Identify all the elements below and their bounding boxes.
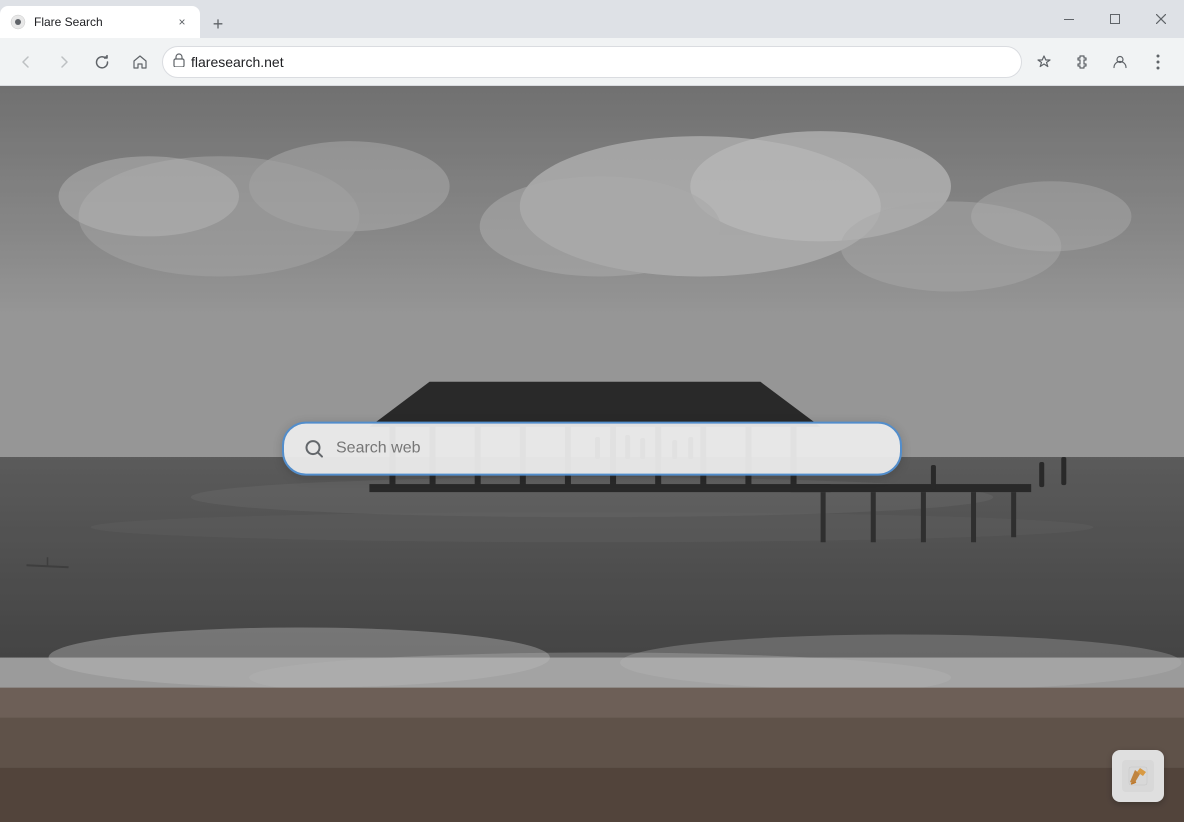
reload-button[interactable]: [86, 46, 118, 78]
tab-title: Flare Search: [34, 15, 168, 29]
extensions-button[interactable]: [1066, 46, 1098, 78]
page-content: [0, 86, 1184, 822]
close-window-button[interactable]: [1138, 0, 1184, 38]
back-button[interactable]: [10, 46, 42, 78]
address-text: flaresearch.net: [191, 54, 1011, 70]
browser-frame: Flare Search × +: [0, 0, 1184, 822]
minimize-button[interactable]: [1046, 0, 1092, 38]
flare-icon-button[interactable]: [1112, 750, 1164, 802]
flare-logo-icon: [1122, 760, 1154, 792]
nav-bar: flaresearch.net: [0, 38, 1184, 86]
window-controls: [1046, 0, 1184, 38]
tab-favicon: [10, 14, 26, 30]
search-box[interactable]: [282, 422, 902, 476]
search-input[interactable]: [336, 440, 880, 458]
profile-button[interactable]: [1104, 46, 1136, 78]
lock-icon: [173, 53, 185, 70]
tab-strip: Flare Search × +: [0, 0, 1046, 38]
new-tab-button[interactable]: +: [204, 10, 232, 38]
home-button[interactable]: [124, 46, 156, 78]
bookmark-button[interactable]: [1028, 46, 1060, 78]
menu-button[interactable]: [1142, 46, 1174, 78]
address-bar[interactable]: flaresearch.net: [162, 46, 1022, 78]
search-container: [282, 422, 902, 476]
maximize-button[interactable]: [1092, 0, 1138, 38]
tab-close-button[interactable]: ×: [174, 14, 190, 30]
search-icon: [304, 439, 324, 459]
title-bar: Flare Search × +: [0, 0, 1184, 38]
browser-tab-active[interactable]: Flare Search ×: [0, 6, 200, 38]
forward-button[interactable]: [48, 46, 80, 78]
